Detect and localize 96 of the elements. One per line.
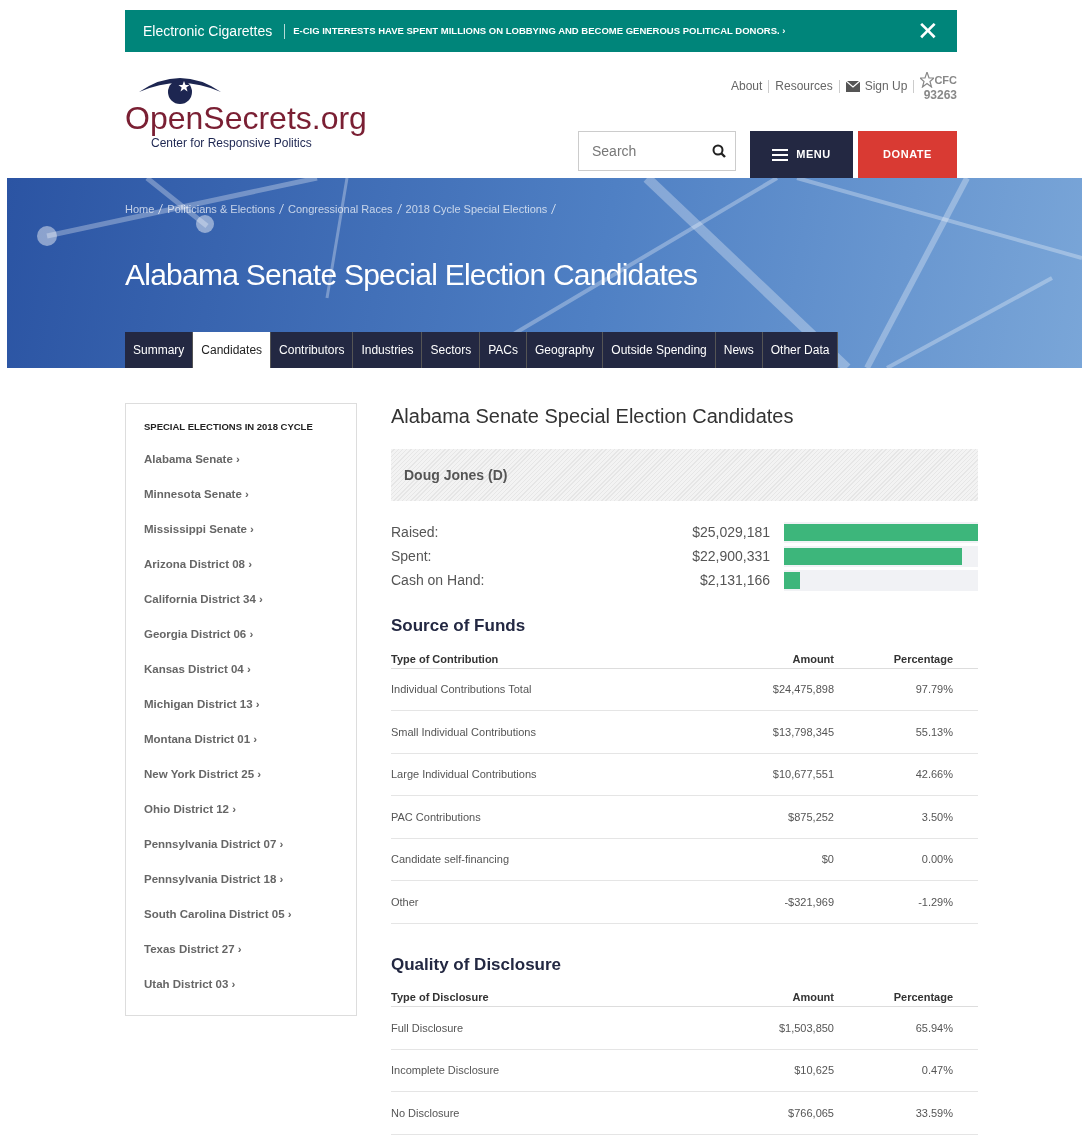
sidebar-title: SPECIAL ELECTIONS IN 2018 CYCLE <box>144 420 314 434</box>
table-cell-text: $0 <box>820 852 834 867</box>
nav-tab[interactable]: Summary <box>125 332 194 368</box>
sidebar-link[interactable]: Montana District 01 › <box>144 733 258 746</box>
table-cell-text: $10,677,551 <box>771 767 834 782</box>
sidebar-link[interactable]: Arizona District 08 › <box>144 558 252 571</box>
table-cell-text: PAC Contributions <box>391 809 482 825</box>
search-field[interactable]: Search <box>578 131 736 171</box>
table-cell-text: Small Individual Contributions <box>391 724 537 740</box>
menu-button[interactable]: MENU <box>750 131 853 178</box>
sidebar-link[interactable]: Alabama Senate › <box>144 453 240 466</box>
slash-separator-icon <box>158 204 164 215</box>
alert-topic: Electronic Cigarettes <box>143 21 273 41</box>
table-cell-text: $766,065 <box>787 1105 834 1121</box>
nav-link[interactable]: Resources <box>775 77 833 96</box>
nav-tab[interactable]: Contributors <box>271 332 354 368</box>
cfc-number: 93263 <box>923 88 957 101</box>
table-cell-text: 33.59% <box>914 1105 954 1121</box>
table-cell-text: 55.13% <box>914 724 954 740</box>
sidebar-link[interactable]: Pennsylvania District 18 › <box>144 873 284 886</box>
breadcrumb-link[interactable]: Congressional Races <box>287 201 393 218</box>
table-cell-text: 97.79% <box>914 682 954 697</box>
table-cell-text: No Disclosure <box>391 1105 461 1121</box>
sidebar-link[interactable]: Michigan District 13 › <box>144 698 260 711</box>
mail-icon <box>845 80 860 92</box>
nav-tab[interactable]: Industries <box>353 332 423 368</box>
nav-tab[interactable]: Sectors <box>422 332 481 368</box>
sidebar-link[interactable]: Kansas District 04 › <box>144 663 251 676</box>
column-header: Amount <box>791 990 834 1005</box>
sidebar-link[interactable]: Texas District 27 › <box>144 943 242 956</box>
money-amount: $2,131,166 <box>698 570 770 590</box>
nav-tab[interactable]: PACs <box>480 332 527 368</box>
table-cell-text: -1.29% <box>917 894 954 910</box>
section-title: Alabama Senate Special Election Candidates <box>391 404 795 429</box>
column-header: Percentage <box>892 990 954 1005</box>
table-cell-text: Individual Contributions Total <box>391 682 533 697</box>
money-amount: $25,029,181 <box>691 522 770 542</box>
sidebar-link[interactable]: New York District 25 › <box>144 768 262 781</box>
table-cell-text: $24,475,898 <box>771 682 834 697</box>
slash-separator-icon <box>396 204 402 215</box>
table-cell-text: $1,503,850 <box>777 1020 834 1036</box>
logo-tagline: Center for Responsive Politics <box>151 136 312 152</box>
table-cell-text: Large Individual Contributions <box>391 767 538 782</box>
nav-tab[interactable]: Outside Spending <box>603 332 716 368</box>
star-icon <box>920 72 935 89</box>
table-cell-text: Full Disclosure <box>391 1020 465 1036</box>
column-header: Type of Contribution <box>391 651 500 667</box>
table-cell-text: 0.47% <box>920 1063 954 1078</box>
table-cell-text: -$321,969 <box>783 894 834 910</box>
breadcrumb-link[interactable]: Home <box>125 201 155 218</box>
nav-tab[interactable]: Geography <box>526 332 604 368</box>
table-cell-text: Other <box>391 894 420 910</box>
sidebar-link[interactable]: Minnesota Senate › <box>144 488 249 501</box>
table-cell-text: 0.00% <box>920 852 954 867</box>
sidebar-link[interactable]: South Carolina District 05 › <box>144 908 292 921</box>
sidebar-link[interactable]: Utah District 03 › <box>144 978 236 991</box>
slash-separator-icon <box>551 204 557 215</box>
column-header: Type of Disclosure <box>391 990 490 1005</box>
table-cell-text: 42.66% <box>914 767 954 782</box>
money-label: Spent: <box>391 546 433 566</box>
cfc-label: CFC <box>934 73 957 88</box>
table-cell-text: $875,252 <box>787 809 834 825</box>
breadcrumb-link[interactable]: Politicians & Elections <box>167 201 275 218</box>
money-label: Cash on Hand: <box>391 570 486 590</box>
table-title: Quality of Disclosure <box>391 953 563 976</box>
column-header: Percentage <box>892 651 954 667</box>
sidebar-link[interactable]: California District 34 › <box>144 593 263 606</box>
breadcrumb-link[interactable]: 2018 Cycle Special Elections <box>405 201 548 218</box>
sidebar-link[interactable]: Pennsylvania District 07 › <box>144 838 284 851</box>
alert-link[interactable]: E-CIG INTERESTS HAVE SPENT MILLIONS ON LOBBYING AND BECOME GENEROUS POLITICAL DONORS. › <box>293 23 786 39</box>
donate-button[interactable]: DONATE <box>858 131 957 178</box>
money-label: Raised: <box>391 522 440 542</box>
close-button[interactable]: ✕ <box>917 18 939 44</box>
table-cell-text: Incomplete Disclosure <box>391 1063 501 1078</box>
nav-tab[interactable]: Candidates <box>193 332 272 368</box>
logo-text[interactable]: OpenSecrets.org <box>125 102 367 134</box>
sidebar-link[interactable]: Georgia District 06 › <box>144 628 254 641</box>
slash-separator-icon <box>278 204 284 215</box>
menu-icon <box>772 148 789 161</box>
money-amount: $22,900,331 <box>691 546 770 566</box>
nav-tab[interactable]: News <box>715 332 763 368</box>
sidebar-link[interactable]: Mississippi Senate › <box>144 523 254 536</box>
table-title: Source of Funds <box>391 615 527 637</box>
table-cell-text: 65.94% <box>914 1020 954 1036</box>
search-icon <box>712 144 726 158</box>
column-header: Amount <box>791 651 834 667</box>
table-cell-text: 3.50% <box>920 809 954 825</box>
nav-tab[interactable]: Other Data <box>762 332 839 368</box>
table-cell-text: Candidate self-financing <box>391 852 511 867</box>
signup-link[interactable]: Sign Up <box>845 77 908 96</box>
page-title: Alabama Senate Special Election Candidates <box>124 256 699 293</box>
table-cell-text: $10,625 <box>793 1063 834 1078</box>
sidebar-link[interactable]: Ohio District 12 › <box>144 803 237 816</box>
nav-link[interactable]: About <box>730 77 763 96</box>
table-cell-text: $13,798,345 <box>771 724 834 740</box>
candidate-name[interactable]: Doug Jones (D) <box>404 464 508 486</box>
